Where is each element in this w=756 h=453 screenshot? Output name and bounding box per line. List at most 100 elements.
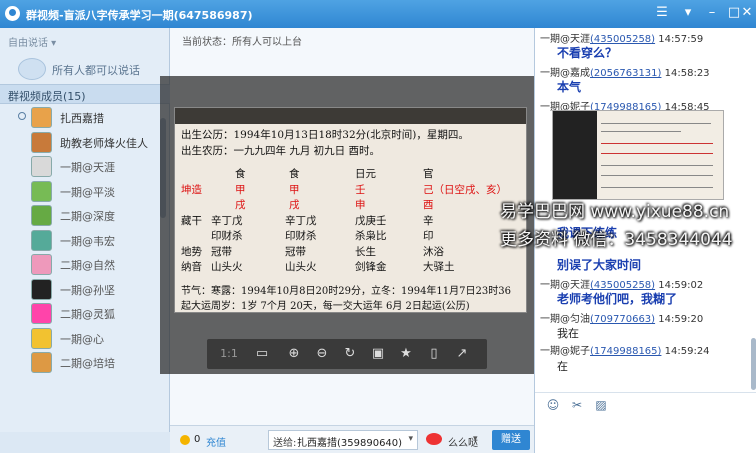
give-gift-button[interactable]: 赠送 [492, 430, 530, 450]
tiangan: 己（日空戌、亥） [423, 183, 507, 196]
member-name: 一期@平淡 [60, 185, 115, 199]
actual-size-button[interactable]: 1:1 [217, 345, 241, 363]
screenshot-icon[interactable]: ✂ [569, 397, 585, 413]
member-name: 二期@灵狐 [60, 308, 115, 321]
chat-message-text: 别误了大家时间 [557, 258, 642, 272]
chat-scrollbar[interactable] [751, 338, 756, 390]
gift-recipient-select[interactable]: 送给: 扎西嘉措(359890640) ▾ [268, 430, 418, 450]
avatar [31, 229, 52, 251]
minimize-icon[interactable]: – [704, 5, 720, 21]
rotate-icon[interactable]: ↻ [341, 345, 359, 363]
thumbnail-line [601, 175, 713, 176]
zanggan: 辛 [423, 214, 434, 227]
avatar [31, 131, 52, 153]
watermark: 易学巴巴网 www.yixue88.cn 更多资料 微信：3458344044 [500, 198, 733, 254]
doc-line-dayun: 起大运周岁：1岁 7个月 20天，每一交大运年 6月 2日起运(公历) [181, 301, 470, 312]
dizhi: 戌 [235, 199, 246, 211]
screen-icon[interactable]: ▯ [425, 345, 443, 363]
dishi: 冠带 [285, 245, 306, 258]
member-item[interactable]: 二期@培培 [0, 350, 165, 375]
gift-chevron-icon[interactable]: ▾ [473, 434, 478, 444]
nayin-label: 纳音 [181, 261, 202, 273]
zanggan: 辛丁戊 [285, 214, 317, 227]
sendto-label: 送给: [273, 438, 297, 449]
watermark-line: 易学巴巴网 www.yixue88.cn [500, 202, 730, 222]
coin-balance: 0 [194, 434, 201, 445]
member-name: 二期@自然 [60, 259, 115, 272]
host-icon [18, 112, 26, 120]
zanggan: 戊庚壬 [355, 214, 387, 227]
pillar-head: 日元 [355, 168, 376, 180]
shishen: 印财杀 [285, 230, 317, 242]
dizhi: 戌 [289, 199, 300, 211]
member-item[interactable]: 二期@灵狐 [0, 301, 165, 326]
chat-qq-link[interactable]: (1749988165) [590, 346, 661, 357]
avatar [31, 278, 52, 300]
members-header-label: 群视频成员(15) [8, 90, 86, 103]
chat-image-thumbnail[interactable] [552, 110, 724, 200]
member-item[interactable]: 二期@自然 [0, 252, 165, 277]
chat-toolbar: ☺ ✂ ▨ [535, 392, 756, 416]
pillar-head: 官 [423, 168, 434, 180]
chat-message-header: 一期@天涯(435005258) 14:59:02 [540, 276, 703, 291]
recharge-link[interactable]: 充值 [206, 434, 226, 449]
shishen: 印 [423, 230, 434, 242]
member-item[interactable]: 一期@韦宏 [0, 228, 165, 253]
skin-icon[interactable]: ☰ [654, 5, 670, 21]
chat-qq-link[interactable]: (2056763131) [590, 68, 661, 79]
shishen: 杀枭比 [355, 230, 387, 242]
stage-status: 当前状态：所有人可以上台 [182, 37, 302, 48]
speak-mode-dropdown[interactable]: 自由说话 ▾ [8, 34, 56, 49]
chat-time: 14:57:59 [658, 34, 704, 45]
tiangan: 甲 [235, 183, 246, 196]
save-icon[interactable]: ▣ [369, 345, 387, 363]
chat-message-header: 一期@匀油(709770663) 14:59:20 [540, 310, 703, 325]
member-item[interactable]: 一期@平淡 [0, 179, 165, 204]
chevron-down-icon: ▾ [408, 434, 413, 444]
avatar [31, 180, 52, 202]
member-item[interactable]: 助教老师烽火佳人 [0, 130, 165, 155]
gift-bar: 0 充值 送给: 扎西嘉措(359890640) ▾ 么么哒 ▾ 赠送 [170, 425, 534, 453]
chat-message-text: 在 [557, 360, 568, 373]
image-icon[interactable]: ▨ [593, 397, 609, 413]
member-name: 助教老师烽火佳人 [60, 136, 148, 150]
avatar [31, 107, 52, 128]
window-title: 群视频-盲派八字传承学习一期(647586987) [26, 9, 253, 22]
member-item[interactable]: 一期@心 [0, 326, 165, 351]
doc-line-solar: 出生公历：1994年10月13日18时32分(北京时间)，星期四。 [181, 129, 469, 141]
doc-line-jieqi: 节气：寒露：1994年10月8日20时29分，立冬：1994年11月7日23时3… [181, 285, 511, 297]
member-name: 一期@心 [60, 332, 104, 346]
member-item[interactable]: 一期@孙坚 [0, 277, 165, 302]
fit-icon[interactable]: ▭ [253, 345, 271, 363]
member-item[interactable]: 扎西嘉措 [0, 105, 165, 130]
close-window-icon[interactable]: ✕ [739, 5, 755, 21]
speak-option-label: 所有人都可以说话 [52, 64, 140, 77]
member-item[interactable]: 二期@深度 [0, 203, 165, 228]
chat-input[interactable] [535, 416, 756, 453]
member-name: 扎西嘉措 [60, 112, 104, 125]
bookmark-icon[interactable]: ★ [397, 345, 415, 363]
zoom-out-icon[interactable]: ⊖ [313, 345, 331, 363]
thumbnail-line [601, 143, 713, 144]
left-footer [0, 432, 170, 453]
gift-icon[interactable] [426, 433, 442, 445]
member-item[interactable]: 一期@天涯 [0, 154, 165, 179]
image-viewer: 出生公历：1994年10月13日18时32分(北京时间)，星期四。 出生农历：一… [174, 107, 527, 313]
thumbnail-line [601, 131, 681, 132]
share-icon[interactable]: ↗ [453, 345, 471, 363]
members-header: 群视频成员(15) [0, 84, 170, 104]
chat-sender: 一期@妮子 [540, 346, 590, 357]
zoom-in-icon[interactable]: ⊕ [285, 345, 303, 363]
nayin: 山头火 [285, 261, 317, 273]
chat-time: 14:58:23 [664, 68, 710, 79]
avatar [31, 352, 52, 373]
chat-qq-link[interactable]: (709770663) [590, 314, 655, 325]
member-name: 一期@孙坚 [60, 283, 115, 297]
left-panel: 自由说话 ▾ 所有人都可以说话 群视频成员(15) 扎西嘉措 助教老师烽火佳人 一期… [0, 28, 170, 453]
nayin: 山头火 [211, 261, 243, 273]
chat-message-text: 本气 [557, 80, 582, 94]
settings-icon[interactable]: ▾ [680, 5, 696, 21]
thumbnail-line [601, 165, 713, 166]
nayin: 剑锋金 [355, 261, 387, 273]
emoji-icon[interactable]: ☺ [545, 397, 561, 413]
